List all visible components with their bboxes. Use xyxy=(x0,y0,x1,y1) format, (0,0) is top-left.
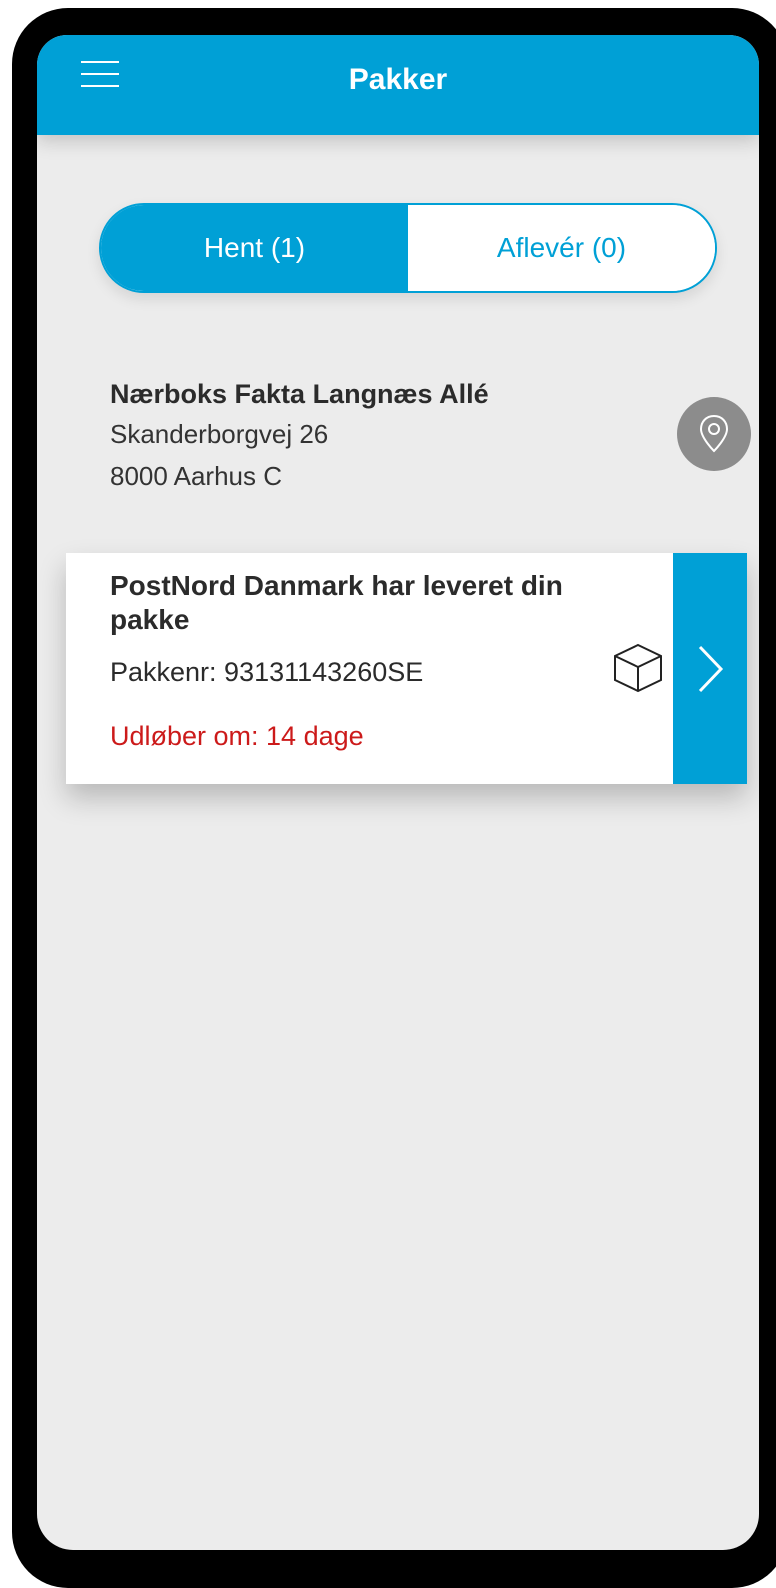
parcel-title: PostNord Danmark har leveret din pakke xyxy=(110,570,563,635)
app-screen: Pakker Hent (1) Aflevér (0) Nærboks Fakt… xyxy=(37,35,759,1550)
parcel-card[interactable]: PostNord Danmark har leveret din pakke P… xyxy=(66,553,747,784)
parcel-number: Pakkenr: 93131143260SE xyxy=(110,657,424,687)
map-pin-icon[interactable] xyxy=(677,397,751,471)
tab-dropoff[interactable]: Aflevér (0) xyxy=(408,205,715,291)
open-parcel-button[interactable] xyxy=(673,553,747,784)
tab-switcher: Hent (1) Aflevér (0) xyxy=(99,203,717,293)
page-title: Pakker xyxy=(348,63,448,96)
location-city: 8000 Aarhus C xyxy=(110,461,283,491)
app-bar: Pakker xyxy=(37,35,759,135)
location-name: Nærboks Fakta Langnæs Allé xyxy=(110,379,489,409)
tab-pickup[interactable]: Hent (1) xyxy=(101,205,408,291)
pickup-location: Nærboks Fakta Langnæs Allé Skanderborgve… xyxy=(110,375,670,497)
package-box-icon xyxy=(614,643,662,693)
location-street: Skanderborgvej 26 xyxy=(110,419,329,449)
parcel-expiry: Udløber om: 14 dage xyxy=(110,721,364,751)
chevron-right-icon xyxy=(698,645,724,692)
